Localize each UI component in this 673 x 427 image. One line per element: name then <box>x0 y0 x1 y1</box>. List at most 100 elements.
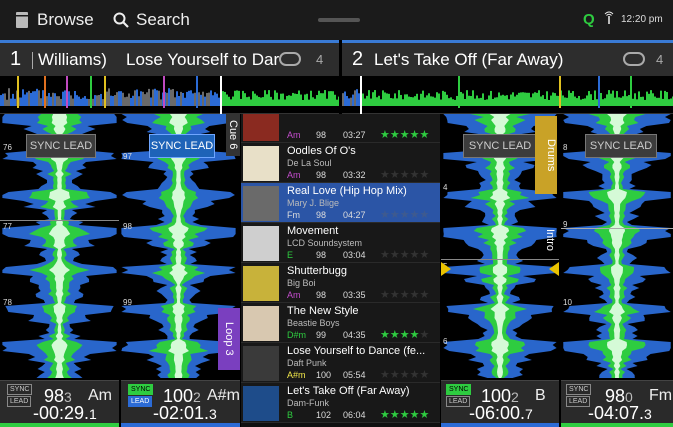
waveform-lane-3[interactable]: SYNC LEAD Drums 4 5 Intro 6 <box>441 114 559 380</box>
cue-marker[interactable]: Cue 6 <box>226 114 240 156</box>
overview-bar <box>616 91 618 106</box>
overview-bar <box>504 95 506 106</box>
sync-lead-button[interactable]: SYNC LEAD <box>585 134 657 158</box>
overview-bar <box>648 93 650 106</box>
overview-bar <box>180 91 182 106</box>
track-row[interactable]: Shutterbugg Big Boi Am 98 03:35 ★★★★★ <box>241 263 440 303</box>
overview-bar <box>586 95 588 106</box>
overview-bar <box>122 92 124 106</box>
overview-bar <box>318 90 320 106</box>
overview-bar <box>454 99 456 106</box>
overview-bar <box>188 90 190 106</box>
overview-bar <box>116 92 118 106</box>
search-button[interactable]: Search <box>113 10 190 30</box>
browse-button[interactable]: Browse <box>16 10 94 30</box>
overview-bar <box>662 98 664 106</box>
sync-indicator[interactable]: SYNC <box>446 384 472 395</box>
deck-color-bar <box>441 423 559 427</box>
star-icon: ★ <box>399 329 410 341</box>
track-duration: 05:54 <box>343 370 366 380</box>
track-row[interactable]: Oodles Of O's De La Soul Am 98 03:32 ★★★★★ <box>241 143 440 183</box>
overview-bar <box>622 96 624 106</box>
sync-indicator[interactable]: SYNC <box>7 384 33 395</box>
deck-footer-4: SYNC LEAD 980 Fm -04:07.3 <box>561 380 673 427</box>
deck-2-overview-waveform[interactable] <box>342 76 673 114</box>
waveform-lane-2[interactable]: SYNC LEAD Cue 6 97 98 99 Loop 3 <box>121 114 240 380</box>
loop-marker[interactable]: Loop 3 <box>218 308 240 370</box>
overview-bar <box>548 99 550 106</box>
track-row[interactable]: Real Love (Hip Hop Mix) Mary J. Blige Fm 98… <box>241 183 440 223</box>
overview-bar <box>76 95 78 106</box>
cue-point-marker <box>458 76 460 108</box>
sync-lead-button[interactable]: SYNC LEAD <box>149 134 215 158</box>
waveform-lane-1[interactable]: SYNC LEAD 76 77 78 <box>0 114 119 380</box>
overview-bar <box>366 95 368 106</box>
overview-bar <box>290 95 292 106</box>
deck-footer-2: SYNC LEAD 1002 A#m -02:01.3 <box>121 380 240 427</box>
overview-bar <box>158 90 160 106</box>
deck-1-overview-waveform[interactable] <box>0 76 339 114</box>
overview-bar <box>214 92 216 106</box>
star-icon: ★ <box>409 129 420 141</box>
overview-bar <box>70 95 72 106</box>
lead-indicator[interactable]: LEAD <box>128 396 153 407</box>
track-row[interactable]: Am 98 03:27 ★★★★★ <box>241 114 440 143</box>
track-row[interactable]: Let's Take Off (Far Away) Dam-Funk B 102 06:… <box>241 383 440 423</box>
overview-bar <box>118 91 120 106</box>
beat-number: 8 <box>563 143 568 152</box>
overview-bar <box>304 94 306 106</box>
overview-bar <box>604 98 606 106</box>
overview-bar <box>502 94 504 106</box>
sync-indicator[interactable]: SYNC <box>128 384 154 395</box>
overview-bar <box>208 92 210 106</box>
star-icon: ★ <box>380 289 390 301</box>
lead-indicator[interactable]: LEAD <box>446 396 471 407</box>
overview-bar <box>222 91 224 106</box>
star-icon: ★ <box>389 409 400 421</box>
overview-bar <box>228 96 230 106</box>
track-list[interactable]: Am 98 03:27 ★★★★★ Oodles Of O's De La Soul Am 9… <box>241 114 440 427</box>
track-rating: ★★★★★ <box>380 208 429 221</box>
sync-indicator[interactable]: SYNC <box>566 384 592 395</box>
track-key: A#m <box>287 370 306 380</box>
drag-handle[interactable] <box>318 18 360 22</box>
track-row[interactable]: The New Style Beastie Boys D#m 99 04:35 ★★★★★ <box>241 303 440 343</box>
cue-point-marker <box>559 76 561 108</box>
sync-lead-button[interactable]: SYNC LEAD <box>26 134 96 158</box>
key-display: B <box>535 387 546 404</box>
track-duration: 03:32 <box>343 170 366 180</box>
overview-bar <box>310 90 312 106</box>
track-row[interactable]: Movement LCD Soundsystem E 98 03:04 ★★★★★ <box>241 223 440 263</box>
deck-2-header[interactable]: 2 Let's Take Off (Far Away) 4 <box>342 40 673 76</box>
waveform-lane-4[interactable]: SYNC LEAD 8 9 10 <box>561 114 673 380</box>
overview-bar <box>472 90 474 106</box>
sync-lead-button[interactable]: SYNC LEAD <box>463 134 537 158</box>
overview-bar <box>210 90 212 106</box>
overview-bar <box>562 95 564 106</box>
drums-marker[interactable]: Drums <box>535 116 557 194</box>
overview-bar <box>78 96 80 106</box>
star-icon: ★ <box>380 249 390 261</box>
overview-bar <box>190 90 192 106</box>
overview-bar <box>652 93 654 106</box>
q-icon[interactable]: Q <box>583 11 595 28</box>
beat-number: 97 <box>123 152 132 161</box>
track-row[interactable]: Lose Yourself to Dance (fe... Daft Punk A#… <box>241 343 440 383</box>
overview-bar <box>206 92 208 106</box>
intro-marker[interactable]: Intro <box>542 220 558 260</box>
overview-bar <box>418 99 420 106</box>
lead-indicator[interactable]: LEAD <box>566 396 591 407</box>
overview-bar <box>514 96 516 106</box>
lead-indicator[interactable]: LEAD <box>7 396 32 407</box>
loop-icon[interactable] <box>623 52 645 66</box>
deck-1-header[interactable]: 1 Williams) Lose Yourself to Dar 4 <box>0 40 339 76</box>
beat-number: 98 <box>123 222 132 231</box>
overview-bar <box>172 89 174 106</box>
overview-bar <box>148 88 150 106</box>
overview-bar <box>404 94 406 106</box>
overview-bar <box>14 98 16 106</box>
overview-bar <box>236 90 238 106</box>
overview-bar <box>298 90 300 106</box>
overview-bar <box>170 89 172 106</box>
loop-icon[interactable] <box>279 52 301 66</box>
